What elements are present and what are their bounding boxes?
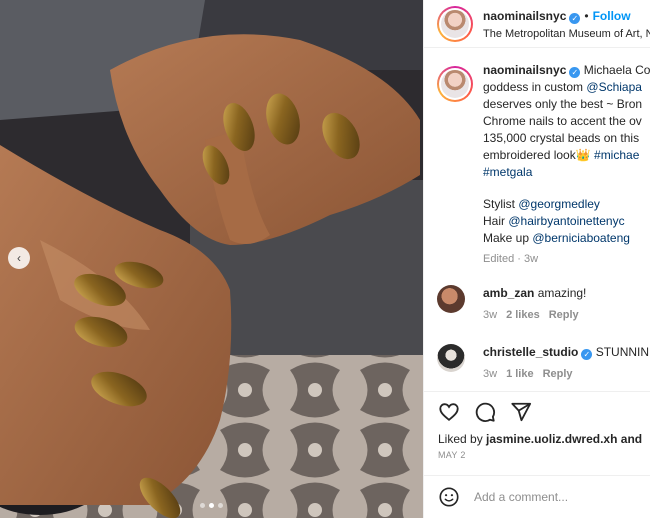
credit-handle[interactable]: @georgmedley [518,197,600,211]
separator-dot: • [584,9,589,23]
comment-bubble-icon[interactable] [474,401,496,423]
liked-by-user[interactable]: jasmine.uoliz.dwred.xh [486,432,617,446]
emoji-icon[interactable] [438,486,460,508]
caption-avatar[interactable] [437,66,473,102]
chevron-left-icon: ‹ [17,251,21,265]
carousel-prev-button[interactable]: ‹ [8,247,30,269]
caption-meta: Edited · 3w [483,253,539,265]
verified-badge-icon: ✓ [569,67,581,78]
carousel-dot [218,503,223,508]
post-caption: naominailsnyc ✓ Michaela Co goddess in cu… [437,62,650,268]
verified-badge-icon: ✓ [581,349,593,360]
comment-reply-button[interactable]: Reply [543,366,573,382]
caption-text-line: Chrome nails to accent the ov [483,114,642,128]
credit-handle[interactable]: @hairbyantoinettenyc [508,214,624,228]
comment-time: 3w [483,309,498,321]
author-avatar[interactable] [437,5,473,42]
commenter-avatar[interactable] [437,285,465,313]
comment-text: STUNNIN [595,345,650,359]
heart-icon[interactable] [438,401,460,423]
carousel-indicator [200,503,223,508]
comment-time: 3w [483,368,498,380]
divider [424,391,650,392]
caption-hashtag[interactable]: #michae [594,148,639,162]
carousel-dot [200,503,205,508]
caption-mention[interactable]: @Schiapa [586,80,642,94]
verified-badge-icon: ✓ [569,13,581,24]
credit-role: Hair [483,214,506,228]
commenter-username[interactable]: christelle_studio [483,345,578,359]
post-date[interactable]: MAY 2 [438,450,466,460]
post-side-panel: naominailsnyc ✓ • Follow The Metropolitan M… [423,0,650,518]
credit-role: Stylist [483,197,516,211]
carousel-dot-active [209,503,214,508]
commenter-avatar[interactable] [437,344,465,372]
caption-text-line: 135,000 crystal beads on this [483,131,640,145]
add-comment-bar [424,475,650,518]
liked-by-suffix[interactable]: and [621,432,642,446]
caption-text-line: deserves only the best ~ Bron [483,97,643,111]
caption-text-line: Michaela Co [583,63,650,77]
nail-photo-illustration [0,0,423,518]
author-username[interactable]: naominailsnyc [483,9,566,23]
post-location[interactable]: The Metropolitan Museum of Art, N [483,28,650,40]
credit-handle[interactable]: @berniciaboateng [532,231,630,245]
post-photo: ‹ [0,0,423,518]
comment-reply-button[interactable]: Reply [549,307,579,323]
comment-item: amb_zan amazing! 3w 2 likes Reply [437,285,650,323]
post-header: naominailsnyc ✓ • Follow The Metropolitan M… [424,0,650,48]
paper-plane-icon[interactable] [510,401,532,423]
add-comment-input[interactable] [474,490,644,504]
liked-by-prefix: Liked by [438,432,483,446]
follow-button[interactable]: Follow [593,9,631,23]
caption-text-line: goddess in custom [483,80,584,94]
caption-hashtag[interactable]: #metgala [483,164,650,181]
liked-by-summary: Liked by jasmine.uoliz.dwred.xh and [438,432,642,446]
comment-likes[interactable]: 2 likes [506,307,540,323]
comment-text: amazing! [537,286,587,300]
comment-likes[interactable]: 1 like [506,366,534,382]
caption-username[interactable]: naominailsnyc [483,63,566,77]
comment-item: christelle_studio ✓ STUNNIN 3w 1 like Rep… [437,344,650,382]
caption-text-line: embroidered look [483,148,576,162]
crown-emoji-icon: 👑 [575,148,591,162]
credit-role: Make up [483,231,530,245]
post-actions [438,401,532,423]
commenter-username[interactable]: amb_zan [483,286,534,300]
